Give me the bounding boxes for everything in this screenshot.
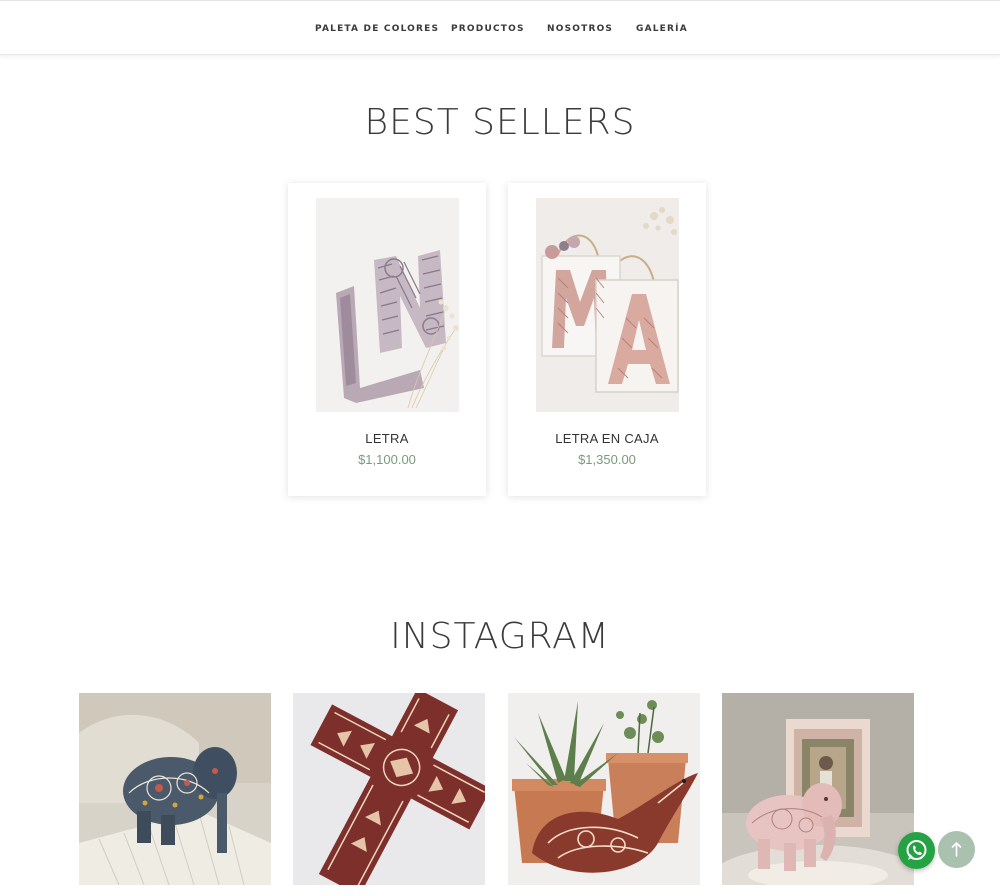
product-card-letra[interactable]: LETRA $1,100.00 bbox=[288, 183, 486, 496]
letter-n-l-huichol-image[interactable] bbox=[316, 198, 459, 412]
arrow-up-icon bbox=[951, 842, 962, 857]
product-card-letra-en-caja[interactable]: LETRA EN CAJA $1,350.00 bbox=[508, 183, 706, 496]
product-price: $1,350.00 bbox=[578, 452, 636, 467]
instagram-title: INSTAGRAM bbox=[390, 616, 610, 657]
product-price: $1,100.00 bbox=[358, 452, 416, 467]
letter-m-a-frame-image[interactable] bbox=[536, 198, 679, 412]
beaded-elephant-image[interactable] bbox=[79, 693, 271, 885]
nav-link-paleta-de-colores[interactable]: PALETA DE COLORES bbox=[315, 24, 439, 34]
whatsapp-button[interactable] bbox=[898, 832, 935, 869]
nav-link-productos[interactable]: PRODUCTOS bbox=[451, 24, 525, 34]
product-name[interactable]: LETRA EN CAJA bbox=[508, 431, 706, 446]
product-name[interactable]: LETRA bbox=[288, 431, 486, 446]
nav-link-nosotros[interactable]: NOSOTROS bbox=[547, 24, 613, 34]
pink-elephant-frame-image[interactable] bbox=[722, 693, 914, 885]
beaded-cross-image[interactable] bbox=[293, 693, 485, 885]
nav-link-galeria[interactable]: GALERÍA bbox=[636, 24, 688, 34]
whatsapp-icon bbox=[906, 840, 927, 860]
best-sellers-title: BEST SELLERS bbox=[364, 102, 636, 143]
scroll-to-top-button[interactable] bbox=[938, 831, 975, 868]
beaded-bird-plant-image[interactable] bbox=[508, 693, 700, 885]
top-navigation: PALETA DE COLORES PRODUCTOS NOSOTROS GAL… bbox=[0, 0, 1000, 55]
